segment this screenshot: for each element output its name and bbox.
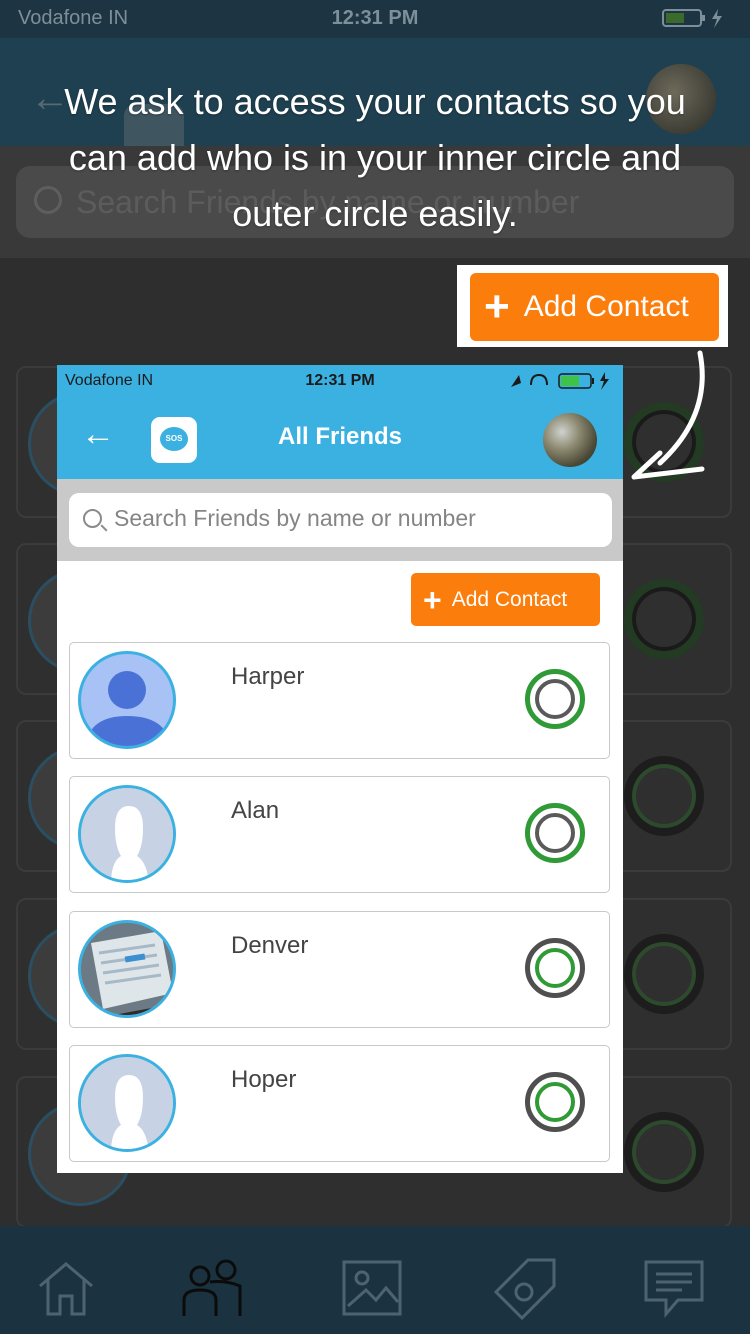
battery-icon bbox=[662, 7, 734, 35]
home-icon[interactable] bbox=[34, 1256, 98, 1320]
inset-status-bar: Vodafone IN 12:31 PM bbox=[57, 365, 623, 397]
inset-header: ← SOS All Friends bbox=[57, 397, 623, 479]
circle-toggle-icon bbox=[624, 579, 704, 659]
friend-card[interactable]: Alan bbox=[69, 776, 610, 893]
background-status-bar: Vodafone IN 12:31 PM bbox=[0, 0, 750, 38]
outer-circle-toggle-icon[interactable] bbox=[525, 1072, 585, 1132]
outer-circle-toggle-icon[interactable] bbox=[525, 938, 585, 998]
inner-circle-toggle-icon[interactable] bbox=[525, 803, 585, 863]
add-contact-button-highlighted[interactable]: + Add Contact bbox=[470, 273, 719, 341]
add-contact-label: Add Contact bbox=[523, 290, 689, 323]
search-input[interactable]: Search Friends by name or number bbox=[69, 493, 612, 547]
google-default-avatar-icon bbox=[78, 651, 176, 749]
silhouette-avatar-icon bbox=[78, 1054, 176, 1152]
plus-icon: + bbox=[484, 282, 510, 331]
inner-circle-toggle-icon[interactable] bbox=[525, 669, 585, 729]
page-title: All Friends bbox=[277, 423, 403, 450]
add-contact-label: Add Contact bbox=[451, 587, 568, 611]
circle-toggle-icon bbox=[624, 756, 704, 836]
add-contact-button[interactable]: + Add Contact bbox=[411, 573, 600, 626]
inset-screenshot: Vodafone IN 12:31 PM ← SOS All Friends S… bbox=[57, 365, 623, 1173]
gallery-icon[interactable] bbox=[340, 1256, 404, 1320]
friend-card[interactable]: Harper bbox=[69, 642, 610, 759]
search-placeholder: Search Friends by name or number bbox=[114, 505, 476, 531]
friend-name: Alan bbox=[231, 797, 280, 824]
curved-arrow-icon bbox=[631, 350, 705, 480]
friend-name: Harper bbox=[231, 663, 305, 690]
friend-name: Denver bbox=[231, 932, 309, 959]
friends-icon[interactable] bbox=[180, 1256, 244, 1320]
onboarding-instruction-text: We ask to access your contacts so you ca… bbox=[64, 81, 686, 234]
friend-card[interactable]: Hoper bbox=[69, 1045, 610, 1162]
silhouette-avatar-icon bbox=[78, 785, 176, 883]
tag-icon[interactable] bbox=[494, 1256, 558, 1320]
search-icon bbox=[83, 509, 102, 528]
friend-name: Hoper bbox=[231, 1066, 297, 1093]
profile-avatar[interactable] bbox=[543, 413, 597, 467]
chat-icon[interactable] bbox=[642, 1256, 706, 1320]
friend-card[interactable]: Denver bbox=[69, 911, 610, 1028]
plus-icon: + bbox=[423, 581, 442, 618]
circle-toggle-icon bbox=[624, 934, 704, 1014]
inset-battery-icon bbox=[505, 371, 615, 396]
photo-avatar bbox=[78, 920, 176, 1018]
circle-toggle-icon bbox=[624, 1112, 704, 1192]
tab-bar bbox=[0, 1226, 750, 1334]
clock-label: 12:31 PM bbox=[331, 7, 419, 29]
